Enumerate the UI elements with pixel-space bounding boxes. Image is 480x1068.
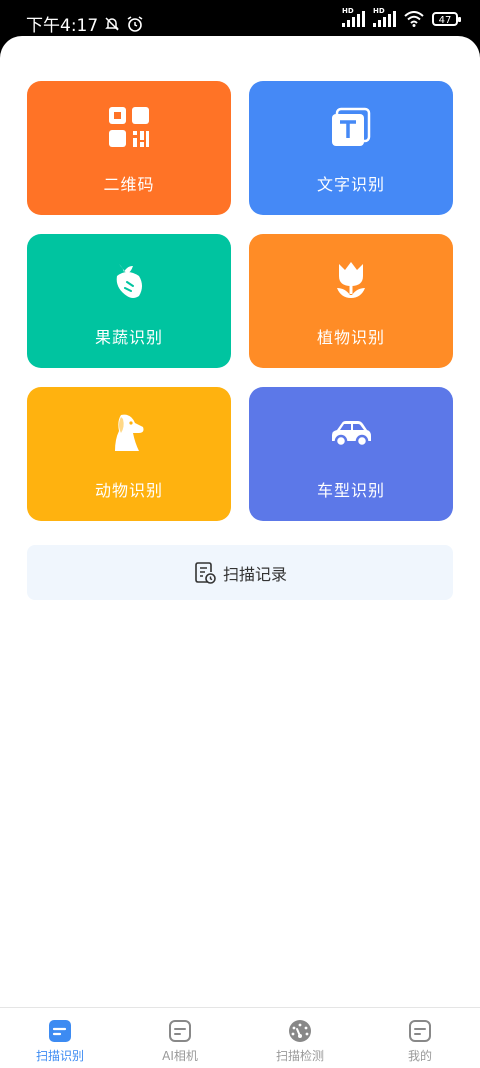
doc-icon [409, 1020, 431, 1042]
alarm-icon [127, 15, 143, 32]
nav-label: AI相机 [162, 1049, 198, 1063]
tile-label: 二维码 [103, 175, 155, 194]
gauge-icon [289, 1020, 311, 1042]
tile-label: 果蔬识别 [94, 328, 163, 347]
scan-history-label: 扫描记录 [222, 564, 287, 584]
feature-grid: 二维码 文字识别 果蔬识别 植物识别 动物识别 车型识别 [27, 81, 453, 521]
nav-label: 扫描检测 [275, 1049, 324, 1063]
tile-text-recognition[interactable]: 文字识别 [249, 81, 453, 215]
tile-label: 车型识别 [316, 481, 385, 500]
tile-fruit-vegetable[interactable]: 果蔬识别 [27, 234, 231, 368]
tile-qrcode[interactable]: 二维码 [27, 81, 231, 215]
tulip-icon [337, 262, 365, 298]
nav-scan-recognition[interactable]: 扫描识别 [0, 1008, 120, 1068]
tile-label: 植物识别 [316, 328, 385, 347]
tile-car-model[interactable]: 车型识别 [249, 387, 453, 521]
signal-icon: HD [373, 7, 396, 27]
scan-history-button[interactable]: 扫描记录 [27, 545, 453, 600]
tile-label: 动物识别 [94, 481, 163, 500]
carrot-icon [116, 264, 142, 298]
signal-icon: HD [342, 7, 365, 27]
text-icon [332, 107, 371, 146]
battery-indicator: 47 [432, 12, 461, 26]
bottom-nav: 扫描识别 AI相机 扫描检测 我的 [0, 1007, 480, 1068]
bell-off-icon [105, 16, 119, 31]
status-time: 下午4:17 [26, 16, 99, 36]
doc-icon [169, 1020, 191, 1042]
doc-icon [49, 1020, 71, 1042]
nav-scan-detection[interactable]: 扫描检测 [240, 1008, 360, 1068]
car-icon [332, 421, 371, 448]
tile-label: 文字识别 [316, 175, 385, 194]
dog-icon [115, 414, 144, 451]
status-right: HD HD 47 [342, 7, 461, 27]
status-left: 下午4:17 [26, 11, 144, 36]
qrcode-icon [109, 107, 149, 147]
main-sheet: 二维码 文字识别 果蔬识别 植物识别 动物识别 车型识别 扫描记录 扫描识别 A… [0, 36, 480, 1068]
status-bar: 下午4:17 HD HD 47 [0, 0, 480, 40]
tile-animal[interactable]: 动物识别 [27, 387, 231, 521]
nav-ai-camera[interactable]: AI相机 [120, 1008, 240, 1068]
tile-plant[interactable]: 植物识别 [249, 234, 453, 368]
wifi-icon [404, 11, 424, 27]
nav-label: 扫描识别 [35, 1049, 84, 1063]
document-clock-icon [195, 561, 216, 584]
nav-mine[interactable]: 我的 [360, 1008, 480, 1068]
nav-label: 我的 [407, 1049, 432, 1063]
